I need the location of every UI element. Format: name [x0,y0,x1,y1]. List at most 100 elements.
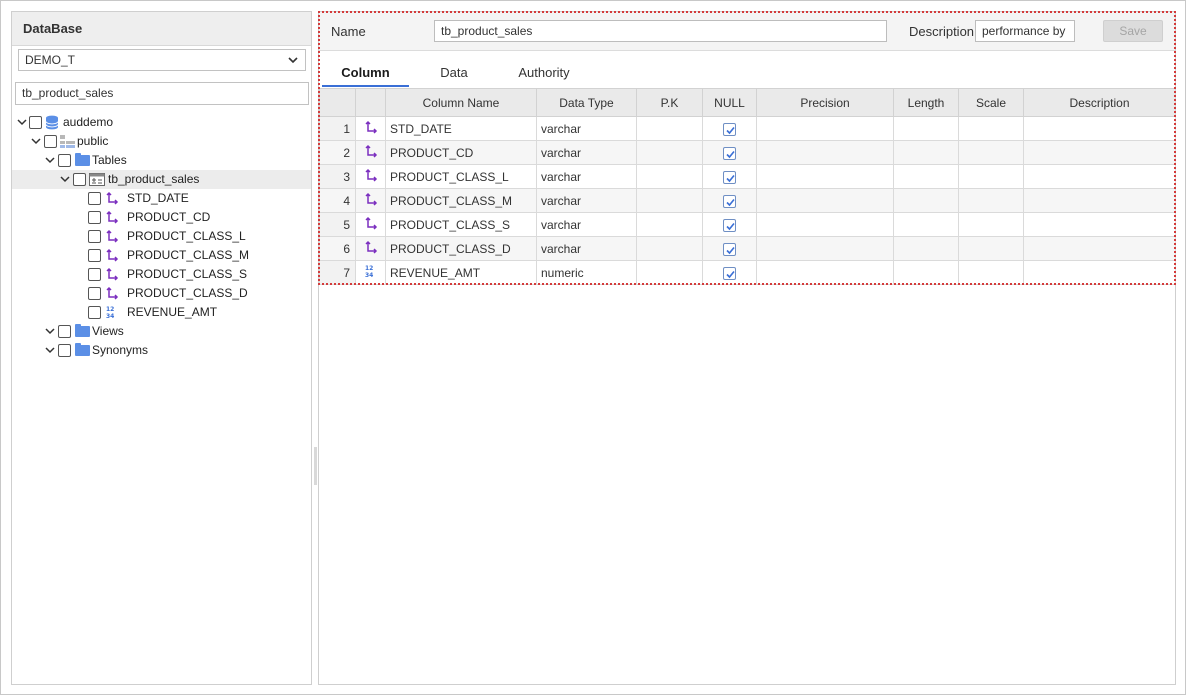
chevron-down-icon[interactable] [17,113,27,132]
cell-scale[interactable] [958,140,1024,165]
cell-pk[interactable] [636,212,703,237]
cell-pk[interactable] [636,164,703,189]
cell-column-name[interactable]: PRODUCT_CLASS_D [385,236,537,261]
null-checkbox[interactable] [723,122,736,136]
grid-header-data-type[interactable]: Data Type [536,88,637,117]
null-checkbox[interactable] [723,194,736,208]
cell-scale[interactable] [958,164,1024,189]
tree-checkbox[interactable] [88,230,101,243]
tree-node-schema[interactable]: public [12,132,311,151]
tree-checkbox[interactable] [88,192,101,205]
cell-data-type[interactable]: varchar [536,140,637,165]
tree-node-column[interactable]: 12 34 REVENUE_AMT [12,303,311,322]
cell-pk[interactable] [636,236,703,261]
tree-checkbox[interactable] [58,154,71,167]
null-checkbox[interactable] [723,266,736,280]
tree-checkbox[interactable] [88,249,101,262]
table-description-input[interactable]: performance by [975,20,1075,42]
tree-node-column[interactable]: PRODUCT_CLASS_M [12,246,311,265]
cell-column-name[interactable]: REVENUE_AMT [385,260,537,285]
chevron-down-icon[interactable] [60,170,70,189]
grid-header-null[interactable]: NULL [702,88,757,117]
table-row[interactable]: 3 PRODUCT_CLASS_L varchar [319,164,1176,189]
tree-node-table[interactable]: tb_product_sales [12,170,311,189]
tree-checkbox[interactable] [88,306,101,319]
cell-null[interactable] [702,164,757,189]
tree-node-column[interactable]: PRODUCT_CLASS_S [12,265,311,284]
tree-node-database[interactable]: auddemo [12,113,311,132]
cell-precision[interactable] [756,188,894,213]
panel-splitter[interactable] [314,447,317,485]
database-select[interactable]: DEMO_T [18,49,306,71]
null-checkbox[interactable] [723,170,736,184]
cell-pk[interactable] [636,188,703,213]
tree-checkbox[interactable] [73,173,86,186]
cell-null[interactable] [702,236,757,261]
cell-description[interactable] [1023,116,1176,141]
cell-description[interactable] [1023,164,1176,189]
save-button[interactable]: Save [1103,20,1163,42]
table-row[interactable]: 6 PRODUCT_CLASS_D varchar [319,236,1176,261]
tree-checkbox[interactable] [44,135,57,148]
cell-column-name[interactable]: PRODUCT_CD [385,140,537,165]
cell-column-name[interactable]: PRODUCT_CLASS_L [385,164,537,189]
cell-pk[interactable] [636,116,703,141]
table-row[interactable]: 5 PRODUCT_CLASS_S varchar [319,212,1176,237]
grid-header-scale[interactable]: Scale [958,88,1024,117]
cell-length[interactable] [893,260,959,285]
cell-null[interactable] [702,188,757,213]
grid-header-length[interactable]: Length [893,88,959,117]
cell-data-type[interactable]: varchar [536,236,637,261]
cell-data-type[interactable]: varchar [536,116,637,141]
cell-data-type[interactable]: varchar [536,188,637,213]
tree-node-column[interactable]: PRODUCT_CD [12,208,311,227]
cell-length[interactable] [893,140,959,165]
grid-header-description[interactable]: Description [1023,88,1176,117]
cell-scale[interactable] [958,236,1024,261]
cell-column-name[interactable]: PRODUCT_CLASS_M [385,188,537,213]
tree-checkbox[interactable] [88,287,101,300]
tab-authority[interactable]: Authority [504,59,584,87]
cell-null[interactable] [702,140,757,165]
cell-precision[interactable] [756,236,894,261]
null-checkbox[interactable] [723,242,736,256]
chevron-down-icon[interactable] [45,322,55,341]
cell-precision[interactable] [756,116,894,141]
chevron-down-icon[interactable] [45,151,55,170]
null-checkbox[interactable] [723,146,736,160]
tree-checkbox[interactable] [58,325,71,338]
grid-header-pk[interactable]: P.K [636,88,703,117]
tree-checkbox[interactable] [29,116,42,129]
tree-checkbox[interactable] [58,344,71,357]
tree-node-views[interactable]: Views [12,322,311,341]
tree-node-column[interactable]: PRODUCT_CLASS_L [12,227,311,246]
grid-header-precision[interactable]: Precision [756,88,894,117]
table-row[interactable]: 4 PRODUCT_CLASS_M varchar [319,188,1176,213]
cell-data-type[interactable]: numeric [536,260,637,285]
cell-length[interactable] [893,164,959,189]
cell-scale[interactable] [958,116,1024,141]
tree-node-column[interactable]: STD_DATE [12,189,311,208]
tree-node-tables[interactable]: Tables [12,151,311,170]
search-input[interactable]: tb_product_sales [15,82,309,105]
cell-scale[interactable] [958,260,1024,285]
cell-length[interactable] [893,236,959,261]
null-checkbox[interactable] [723,218,736,232]
cell-pk[interactable] [636,260,703,285]
cell-pk[interactable] [636,140,703,165]
tree-node-synonyms[interactable]: Synonyms [12,341,311,360]
cell-description[interactable] [1023,188,1176,213]
cell-description[interactable] [1023,140,1176,165]
table-row[interactable]: 2 PRODUCT_CD varchar [319,140,1176,165]
chevron-down-icon[interactable] [31,132,41,151]
tab-data[interactable]: Data [414,59,494,87]
tree-checkbox[interactable] [88,211,101,224]
table-name-input[interactable]: tb_product_sales [434,20,887,42]
cell-column-name[interactable]: STD_DATE [385,116,537,141]
cell-scale[interactable] [958,212,1024,237]
cell-description[interactable] [1023,236,1176,261]
chevron-down-icon[interactable] [45,341,55,360]
cell-precision[interactable] [756,140,894,165]
cell-data-type[interactable]: varchar [536,212,637,237]
cell-length[interactable] [893,212,959,237]
